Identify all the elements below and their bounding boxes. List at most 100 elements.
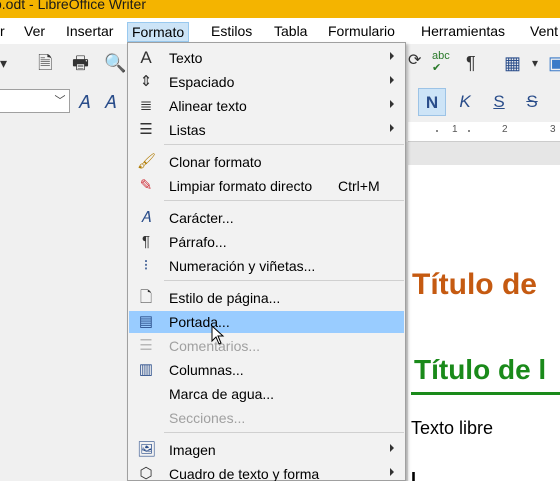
menu-item-label: Alinear texto — [169, 98, 247, 114]
textbox-shape-icon: ⬡ — [139, 465, 153, 481]
menu-separator — [164, 144, 404, 145]
heading-2-underline — [411, 392, 560, 395]
menu-item-caracter[interactable]: 𝐴 Carácter... — [129, 207, 404, 229]
submenu-arrow-icon — [390, 124, 394, 132]
formatting-marks-icon[interactable]: ¶ — [466, 53, 476, 73]
update-style-icon[interactable]: 𝐴 — [78, 92, 90, 112]
menu-insertar[interactable]: Insertar — [62, 22, 117, 42]
menu-separator — [164, 432, 404, 433]
strikethrough-label: S — [526, 92, 538, 111]
menu-item-marca-agua[interactable]: Marca de agua... — [129, 383, 404, 405]
menu-item-limpiar-formato[interactable]: ✎ Limpiar formato directo Ctrl+M — [129, 175, 404, 197]
spacing-icon: ⇕ — [139, 73, 153, 90]
print-preview-icon[interactable]: 🔍 — [104, 53, 126, 73]
print-icon[interactable]: 🖶 — [72, 53, 89, 73]
bullets-numbering-icon: ⁝ — [143, 257, 149, 274]
menu-item-label: Espaciado — [169, 74, 235, 90]
menu-item-parrafo[interactable]: ¶ Párrafo... — [129, 231, 404, 253]
underline-button[interactable]: S — [485, 88, 513, 116]
columns-icon: ▥ — [138, 361, 154, 378]
page-style-icon: 🗋 — [139, 289, 153, 306]
submenu-arrow-icon — [390, 76, 394, 84]
menu-formato[interactable]: Formato — [127, 22, 190, 42]
menu-bar: r Ver Insertar Formato Estilos Tabla For… — [0, 18, 560, 44]
window-title: o.odt - LibreOffice Writer — [0, 0, 146, 12]
watermark-icon — [137, 385, 155, 403]
submenu-arrow-icon — [390, 468, 394, 476]
ruler-dot — [436, 130, 438, 132]
text-A-icon: A — [140, 48, 152, 67]
clone-brush-icon: 🖌 — [137, 153, 157, 170]
export-pdf-icon[interactable]: 🗎 — [38, 53, 52, 73]
menu-item-label: Cuadro de texto y forma — [169, 466, 320, 481]
menu-formulario[interactable]: Formulario — [324, 22, 399, 42]
menu-item-imagen[interactable]: 🖼 Imagen — [129, 439, 404, 461]
menu-item-label: Imagen — [169, 442, 216, 458]
format-menu: A Texto ⇕ Espaciado ≣ Alinear texto ☰ Li… — [127, 42, 406, 481]
menu-item-label: Listas — [169, 122, 206, 138]
menu-item-texto[interactable]: A Texto — [129, 47, 404, 69]
menu-ventana[interactable]: Vent — [526, 22, 560, 42]
menu-herramientas[interactable]: Herramientas — [417, 22, 509, 42]
italic-label: K — [459, 92, 471, 111]
menu-item-clonar-formato[interactable]: 🖌 Clonar formato — [129, 151, 404, 173]
menu-item-label: Secciones... — [169, 410, 246, 426]
menu-ver[interactable]: Ver — [20, 22, 49, 42]
ruler-tick: 2 — [502, 124, 508, 135]
new-style-icon[interactable]: 𝐴 — [104, 92, 116, 112]
menu-estilos[interactable]: Estilos — [207, 22, 256, 42]
window-title-bar: o.odt - LibreOffice Writer — [0, 0, 560, 18]
body-fragment: L — [411, 472, 471, 481]
find-replace-icon[interactable]: ⟳ — [408, 51, 421, 71]
bold-label: N — [425, 93, 439, 112]
insert-table-icon[interactable]: ▦ — [504, 53, 521, 73]
horizontal-ruler[interactable]: 1 2 3 — [408, 122, 560, 142]
bold-button[interactable]: N — [418, 88, 446, 116]
menu-item-label: Limpiar formato directo — [169, 178, 313, 194]
menu-item-label: Párrafo... — [169, 234, 227, 250]
menu-item-espaciado[interactable]: ⇕ Espaciado — [129, 71, 404, 93]
table-dropdown-icon[interactable]: ▾ — [532, 53, 538, 73]
strikethrough-button[interactable]: S — [518, 88, 546, 116]
menu-tabla[interactable]: Tabla — [270, 22, 311, 42]
menu-item-label: Texto — [169, 50, 203, 66]
ruler-dot — [468, 130, 470, 132]
heading-1[interactable]: Título de — [412, 268, 537, 302]
menu-item-secciones: Secciones... — [129, 407, 404, 429]
menu-item-label: Clonar formato — [169, 154, 262, 170]
menu-item-comentarios: ☰ Comentarios... — [129, 335, 404, 357]
menu-item-label: Columnas... — [169, 362, 244, 378]
align-text-icon: ≣ — [139, 97, 153, 114]
menu-item-listas[interactable]: ☰ Listas — [129, 119, 404, 141]
menu-item-label: Estilo de página... — [169, 290, 281, 306]
character-icon: 𝐴 — [141, 209, 151, 226]
insert-image-icon[interactable]: ▣ — [548, 53, 560, 73]
menu-item-portada[interactable]: ▤ Portada... — [129, 311, 404, 333]
submenu-arrow-icon — [390, 444, 394, 452]
comments-icon: ☰ — [139, 337, 153, 354]
menu-separator — [164, 280, 404, 281]
menu-edit[interactable]: r — [0, 22, 9, 42]
italic-button[interactable]: K — [451, 88, 479, 116]
eraser-icon: ✎ — [139, 177, 153, 194]
heading-2[interactable]: Título de l — [414, 354, 546, 386]
mouse-cursor-icon — [211, 325, 225, 345]
title-page-icon: ▤ — [138, 313, 154, 330]
ruler-tick: 3 — [550, 124, 556, 135]
menu-item-estilo-pagina[interactable]: 🗋 Estilo de página... — [129, 287, 404, 309]
chevron-down-icon[interactable]: ﹀ — [53, 92, 67, 110]
menu-item-cuadro-texto-forma[interactable]: ⬡ Cuadro de texto y forma — [129, 463, 404, 481]
toolbar-dropdown-icon[interactable]: ▾ — [0, 53, 7, 73]
menu-item-label: Carácter... — [169, 210, 234, 226]
paragraph-icon: ¶ — [141, 233, 151, 250]
body-paragraph[interactable]: Texto libre — [411, 418, 493, 439]
shortcut-label: Ctrl+M — [338, 178, 380, 194]
menu-item-numeracion-vinetas[interactable]: ⁝ Numeración y viñetas... — [129, 255, 404, 277]
sections-icon — [137, 409, 155, 427]
paragraph-style-combo[interactable]: ﹀ — [0, 89, 70, 113]
spelling-icon[interactable]: abc ✔ — [432, 50, 450, 74]
ruler-tick: 1 — [452, 124, 458, 135]
menu-item-alinear-texto[interactable]: ≣ Alinear texto — [129, 95, 404, 117]
underline-label: S — [493, 92, 505, 111]
menu-item-columnas[interactable]: ▥ Columnas... — [129, 359, 404, 381]
